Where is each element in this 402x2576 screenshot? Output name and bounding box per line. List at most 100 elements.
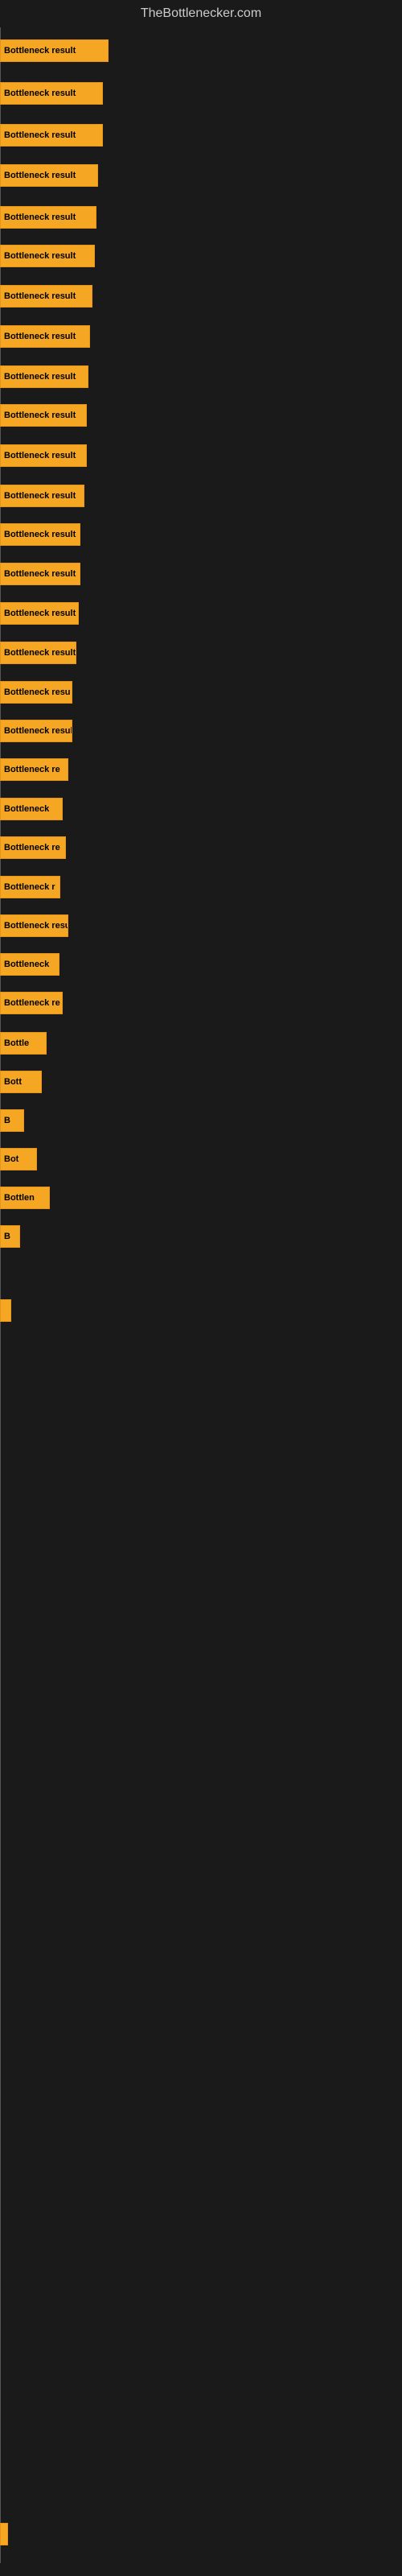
bar-label: B bbox=[4, 1232, 10, 1241]
bar bbox=[0, 1299, 11, 1322]
bar: Bottleneck result bbox=[0, 365, 88, 388]
bar: Bottleneck result bbox=[0, 485, 84, 507]
bar-label: Bottleneck re bbox=[4, 843, 60, 852]
bar-item: Bottleneck bbox=[0, 798, 63, 820]
bar-label: Bottleneck result bbox=[4, 89, 76, 98]
bar: Bottleneck result bbox=[0, 245, 95, 267]
bar-label: Bottleneck result bbox=[4, 332, 76, 341]
bar-label: Bottleneck result bbox=[4, 530, 76, 539]
bar-label: Bottleneck re bbox=[4, 998, 60, 1008]
bar-label: Bottleneck resu bbox=[4, 687, 71, 697]
bar: Bottleneck result bbox=[0, 563, 80, 585]
bar: Bot bbox=[0, 1148, 37, 1170]
bar-label: Bottleneck result bbox=[4, 609, 76, 618]
bar-item: Bottleneck resu bbox=[0, 914, 68, 937]
bar: Bottleneck result bbox=[0, 285, 92, 308]
chart-area: Bottleneck result Bottleneck result Bottle… bbox=[0, 27, 402, 2563]
bar: B bbox=[0, 1109, 24, 1132]
bar-label: Bottleneck result bbox=[4, 251, 76, 261]
bar-label: Bottleneck re bbox=[4, 765, 60, 774]
bar-label: Bottleneck result bbox=[4, 213, 76, 222]
bar: Bottleneck result bbox=[0, 444, 87, 467]
bar-label: Bottleneck result bbox=[4, 411, 76, 420]
bar-item: B bbox=[0, 1225, 20, 1248]
bar-item: Bottleneck re bbox=[0, 992, 63, 1014]
bar: Bottleneck re bbox=[0, 992, 63, 1014]
bar: Bottleneck result bbox=[0, 206, 96, 229]
bar: Bottleneck result bbox=[0, 39, 109, 62]
bar: Bottleneck resu bbox=[0, 681, 72, 704]
bar: Bott bbox=[0, 1071, 42, 1093]
bar: Bottleneck result bbox=[0, 523, 80, 546]
bar-label: Bottleneck result bbox=[4, 491, 76, 501]
bar-item: B bbox=[0, 1109, 24, 1132]
bar-item: Bottleneck result bbox=[0, 124, 103, 147]
bar-label: Bottleneck result bbox=[4, 726, 72, 736]
bar-item: Bottleneck result bbox=[0, 642, 76, 664]
bar-label: Bottleneck result bbox=[4, 372, 76, 382]
bar-item: Bottleneck r bbox=[0, 876, 60, 898]
bar-item: Bottleneck result bbox=[0, 563, 80, 585]
bar-item bbox=[0, 1299, 11, 1322]
bar-item: Bottleneck result bbox=[0, 365, 88, 388]
bar-item: Bottleneck result bbox=[0, 444, 87, 467]
bar-item: Bottleneck result bbox=[0, 245, 95, 267]
bar: Bottleneck result bbox=[0, 82, 103, 105]
bar-label: Bottle bbox=[4, 1038, 29, 1048]
bar-label: Bottleneck result bbox=[4, 171, 76, 180]
bar-label: Bottleneck result bbox=[4, 648, 76, 658]
bar-item: Bot bbox=[0, 1148, 37, 1170]
bar: Bottleneck bbox=[0, 953, 59, 976]
bar: Bottleneck bbox=[0, 798, 63, 820]
bar-item: Bottle bbox=[0, 1032, 47, 1055]
bar: Bottlen bbox=[0, 1187, 50, 1209]
bar-item: Bottleneck result bbox=[0, 404, 87, 427]
bar-item: Bottleneck result bbox=[0, 82, 103, 105]
bar: Bottleneck result bbox=[0, 124, 103, 147]
bar-item: Bottleneck result bbox=[0, 523, 80, 546]
bar: Bottleneck result bbox=[0, 325, 90, 348]
bar-item: Bottleneck resu bbox=[0, 681, 72, 704]
bar-label: Bottleneck r bbox=[4, 882, 55, 892]
bar-item: Bottleneck result bbox=[0, 39, 109, 62]
bar-item: Bott bbox=[0, 1071, 42, 1093]
bar: Bottleneck result bbox=[0, 602, 79, 625]
bar-item: Bottleneck result bbox=[0, 206, 96, 229]
bar-item: Bottleneck result bbox=[0, 285, 92, 308]
bar: Bottleneck result bbox=[0, 164, 98, 187]
bar-item: Bottleneck re bbox=[0, 758, 68, 781]
bar-label: Bottleneck bbox=[4, 960, 49, 969]
bar-label: Bottleneck result bbox=[4, 569, 76, 579]
bar: Bottleneck result bbox=[0, 720, 72, 742]
bar-label: Bott bbox=[4, 1077, 22, 1087]
bar-item: Bottlen bbox=[0, 1187, 50, 1209]
title-text: TheBottlenecker.com bbox=[141, 6, 261, 20]
site-title: TheBottlenecker.com bbox=[0, 0, 402, 27]
bar-label: Bottleneck result bbox=[4, 130, 76, 140]
bar: Bottleneck re bbox=[0, 836, 66, 859]
bar-label: Bottleneck resu bbox=[4, 921, 68, 931]
bar-item: Bottleneck bbox=[0, 953, 59, 976]
bar: Bottleneck re bbox=[0, 758, 68, 781]
bar: Bottleneck resu bbox=[0, 914, 68, 937]
bar: B bbox=[0, 1225, 20, 1248]
bar-item: Bottleneck result bbox=[0, 602, 79, 625]
bar-item: Bottleneck re bbox=[0, 836, 66, 859]
bar-label: Bottleneck result bbox=[4, 291, 76, 301]
bar: Bottleneck result bbox=[0, 404, 87, 427]
bar-label: Bottleneck bbox=[4, 804, 49, 814]
bar-item bbox=[0, 2523, 8, 2545]
bar-label: Bottleneck result bbox=[4, 46, 76, 56]
bar bbox=[0, 2523, 8, 2545]
bar: Bottleneck r bbox=[0, 876, 60, 898]
bar-label: Bottlen bbox=[4, 1193, 35, 1203]
bar-item: Bottleneck result bbox=[0, 485, 84, 507]
bar: Bottleneck result bbox=[0, 642, 76, 664]
bar-label: Bot bbox=[4, 1154, 18, 1164]
bar-item: Bottleneck result bbox=[0, 720, 72, 742]
bar-item: Bottleneck result bbox=[0, 164, 98, 187]
bar-label: Bottleneck result bbox=[4, 451, 76, 460]
bar-item: Bottleneck result bbox=[0, 325, 90, 348]
bar-label: B bbox=[4, 1116, 10, 1125]
bar: Bottle bbox=[0, 1032, 47, 1055]
